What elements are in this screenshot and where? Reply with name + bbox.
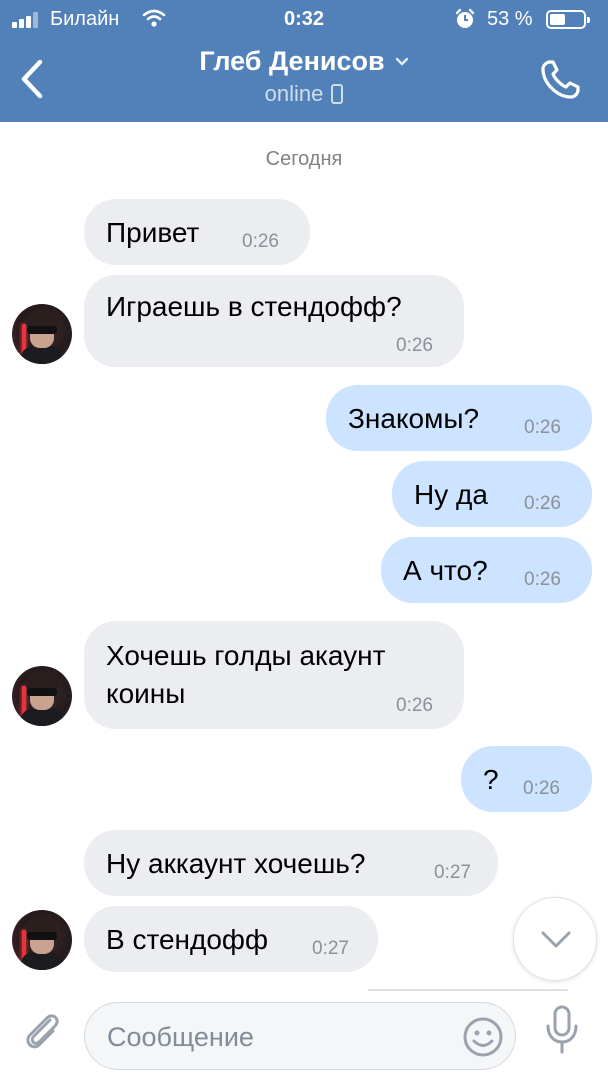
attach-icon[interactable] [20,1006,64,1054]
message-time: 0:26 [396,335,433,356]
message-time: 0:26 [396,695,433,716]
contact-name-row[interactable]: Глеб Денисов [199,46,408,77]
chevron-down-icon [541,931,571,948]
message-composer [0,992,608,1080]
avatar[interactable] [12,304,72,364]
alarm-icon [455,8,475,28]
status-bar: Билайн 0:32 53 % [0,0,608,40]
presence-row: online [265,81,344,107]
avatar[interactable] [12,666,72,726]
scroll-down-button[interactable] [513,897,597,981]
divider [368,989,568,991]
chevron-down-icon [395,57,408,66]
message-time: 0:26 [524,417,561,438]
message-text: Ну да [414,479,488,510]
message-bubble-outgoing[interactable]: Ну да 0:26 [392,461,592,527]
microphone-icon[interactable] [544,1004,580,1056]
message-text: Играешь в стендофф? [106,291,402,322]
mobile-icon [331,84,344,104]
message-text: В стендофф [106,924,268,955]
date-separator: Сегодня [265,148,343,170]
emoji-icon[interactable] [461,1015,505,1059]
message-bubble-incoming[interactable]: Ну аккаунт хочешь? 0:27 [84,830,498,896]
message-bubble-incoming[interactable]: Хочешь голды акаунт коины 0:26 [84,621,464,729]
message-time: 0:26 [524,493,561,514]
battery-icon [546,10,590,29]
phone-call-icon[interactable] [536,56,584,104]
message-bubble-outgoing[interactable]: ? 0:26 [461,746,592,812]
message-text: Знакомы? [348,403,480,434]
message-text: ? [483,764,499,795]
message-bubble-outgoing[interactable]: Знакомы? 0:26 [326,385,592,451]
presence-status: online [264,81,324,106]
avatar[interactable] [12,910,72,970]
message-time: 0:27 [434,862,471,883]
message-text: Ну аккаунт хочешь? [106,848,366,879]
message-bubble-incoming[interactable]: Играешь в стендофф? 0:26 [84,275,464,367]
message-text: Привет [106,217,200,248]
message-time: 0:27 [312,938,349,959]
message-input[interactable] [107,1017,447,1057]
message-text: А что? [403,555,488,586]
battery-percent: 53 % [487,8,533,30]
message-time: 0:26 [523,778,560,799]
message-text: Хочешь голды акаунт коины [106,640,386,709]
chat-title[interactable]: Глеб Денисов online [0,46,608,107]
message-bubble-incoming[interactable]: В стендофф 0:27 [84,906,378,972]
message-input-field[interactable] [84,1002,516,1070]
battery-fill [550,14,566,25]
message-time: 0:26 [242,231,279,252]
message-bubble-outgoing[interactable]: А что? 0:26 [381,537,592,603]
message-bubble-incoming[interactable]: Привет 0:26 [84,199,310,265]
message-time: 0:26 [524,569,561,590]
contact-name: Глеб Денисов [199,46,385,76]
top-bar: Билайн 0:32 53 % Глеб Денисов online [0,0,608,122]
